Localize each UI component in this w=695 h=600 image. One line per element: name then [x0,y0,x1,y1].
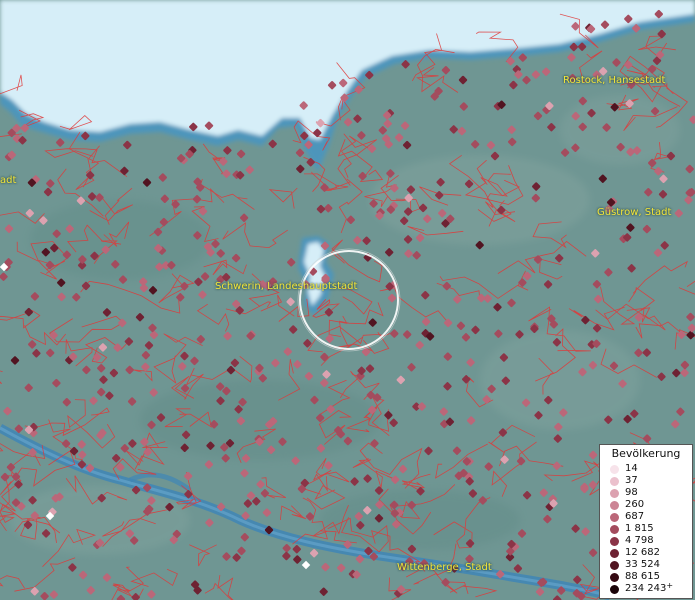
legend-item: 260 [610,499,644,511]
legend-swatch [610,572,619,582]
legend-swatch [610,524,619,534]
population-legend: Bevölkerung 14 37 98 260 687 1 815 4 798… [599,444,693,599]
legend-swatch [610,500,619,510]
legend-swatch [610,512,619,522]
legend-swatch [610,584,619,594]
map-canvas[interactable]: Rostock, Hansestadt Güstrow, Stadt Schwe… [0,0,695,600]
legend-swatch [610,476,619,486]
legend-swatch [610,560,619,570]
legend-swatch [610,464,619,474]
city-label-schwerin[interactable]: Schwerin, Landeshauptstadt [215,281,357,292]
legend-title: Bevölkerung [611,447,681,460]
city-label-partial[interactable]: adt [0,175,16,186]
city-label-wittenberge[interactable]: Wittenberge, Stadt [397,562,492,573]
legend-swatch [610,548,619,558]
legend-swatch [610,536,619,546]
legend-item: 12 682 [610,547,660,559]
city-label-guestrow[interactable]: Güstrow, Stadt [597,207,671,218]
legend-swatch [610,488,619,498]
legend-item: 1 815 [610,523,654,535]
legend-item: 14 [610,463,638,475]
legend-item: 687 [610,511,644,523]
city-label-rostock[interactable]: Rostock, Hansestadt [563,75,665,86]
legend-item: 98 [610,487,638,499]
map-base-layer [0,0,695,600]
legend-item: 234 243 + [610,581,673,595]
legend-item: 88 615 [610,571,660,583]
legend-item: 37 [610,475,638,487]
legend-item: 33 524 [610,559,660,571]
legend-item: 4 798 [610,535,654,547]
